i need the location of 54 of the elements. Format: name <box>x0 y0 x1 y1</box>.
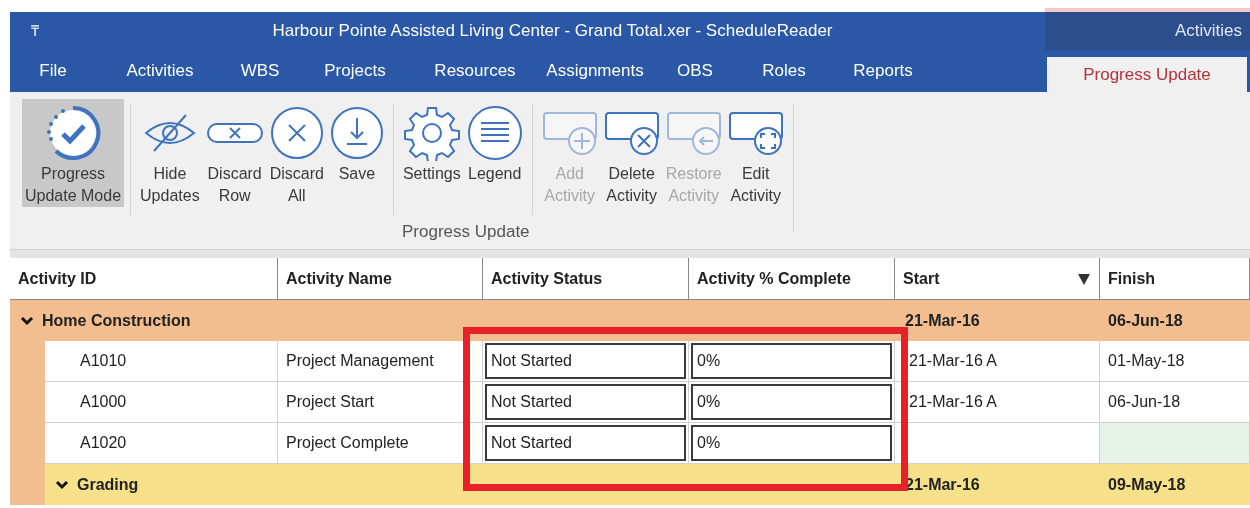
percent-field[interactable]: 0% <box>691 425 892 461</box>
save-icon <box>329 106 384 160</box>
discard-row-icon <box>205 121 264 145</box>
percent-field[interactable]: 0% <box>691 343 892 379</box>
status-field[interactable]: Not Started <box>485 343 686 379</box>
add-frame-icon <box>541 111 598 155</box>
column-header[interactable]: Activity % Complete <box>689 258 895 299</box>
legend-list-icon <box>466 105 523 161</box>
menu-tab[interactable]: Assignments <box>536 50 654 92</box>
ribbon-button[interactable]: Delete Activity <box>600 99 663 207</box>
column-header[interactable]: Finish <box>1100 258 1250 299</box>
context-tab-title: Activities <box>1045 12 1250 50</box>
column-header[interactable]: Activity Status <box>483 258 689 299</box>
chevron-down-icon[interactable] <box>55 479 69 490</box>
menu-tab[interactable]: Resources <box>414 50 536 92</box>
group-start-date: 21-Mar-16 <box>904 474 981 495</box>
ribbon-button[interactable]: Legend <box>463 99 526 207</box>
group-row[interactable]: Home Construction 21-Mar-16 06-Jun-18 <box>10 300 1250 341</box>
column-header[interactable]: Start <box>895 258 1100 299</box>
menu-tab[interactable]: OBS <box>654 50 736 92</box>
settings-icon <box>403 105 460 161</box>
ribbon-button[interactable]: Save <box>326 99 387 207</box>
close-circle-icon <box>269 106 324 160</box>
ribbon-button[interactable]: Edit Activity <box>724 99 787 207</box>
menu-tab[interactable]: Progress Update <box>1047 57 1247 92</box>
menu-tab[interactable]: Activities <box>96 50 224 92</box>
group-finish-date: 09-May-18 <box>1107 474 1187 495</box>
menu-tab[interactable]: File <box>10 50 96 92</box>
quick-access-menu[interactable]: ₸ <box>10 12 60 50</box>
sort-down-icon[interactable] <box>1077 271 1091 286</box>
column-header[interactable]: Activity Name <box>278 258 483 299</box>
progress-check-icon <box>44 104 103 162</box>
ribbon-button[interactable]: Settings <box>399 99 464 207</box>
window-title: Harbour Pointe Assisted Living Center - Grand Total.xer - ScheduleReader <box>272 20 833 43</box>
edit-frame-icon <box>727 111 784 155</box>
group-row[interactable]: Grading 21-Mar-16 09-May-18 <box>45 464 1250 505</box>
ribbon-button[interactable]: Discard All <box>266 99 327 207</box>
restore-frame-icon <box>665 111 722 155</box>
percent-field[interactable]: 0% <box>691 384 892 420</box>
group-start-date: 21-Mar-16 <box>904 310 981 331</box>
group-finish-date: 06-Jun-18 <box>1107 310 1184 331</box>
column-header[interactable]: Activity ID <box>10 258 278 299</box>
menu-tab[interactable]: Reports <box>832 50 934 92</box>
delete-frame-icon <box>603 111 660 155</box>
ribbon-button[interactable]: Progress Update Mode <box>22 99 125 207</box>
menu-tab[interactable]: Projects <box>296 50 414 92</box>
menu-tab[interactable]: Roles <box>736 50 832 92</box>
status-field[interactable]: Not Started <box>485 425 686 461</box>
chevron-down-icon[interactable] <box>20 315 34 326</box>
ribbon-button[interactable]: Hide Updates <box>137 99 203 207</box>
ribbon-group-label: Progress Update <box>402 221 530 243</box>
ribbon-button[interactable]: Discard Row <box>202 99 267 207</box>
menu-tab[interactable]: WBS <box>224 50 296 92</box>
status-field[interactable]: Not Started <box>485 384 686 420</box>
